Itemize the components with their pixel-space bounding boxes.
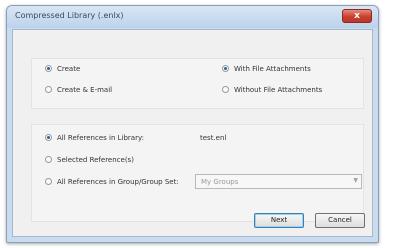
selected-references-label: Selected Reference(s): [57, 156, 134, 164]
group-select-value: My Groups: [201, 178, 239, 186]
create-email-radio[interactable]: Create & E-mail: [45, 85, 112, 95]
library-name: test.enl: [200, 134, 227, 142]
radio-unselected-icon: [45, 178, 52, 185]
close-icon: x: [354, 11, 360, 21]
radio-unselected-icon: [222, 86, 229, 93]
chevron-down-icon: ▼: [353, 177, 358, 184]
next-button[interactable]: Next: [254, 213, 304, 228]
selected-references-radio[interactable]: Selected Reference(s): [45, 155, 134, 165]
group-references-label: All References in Group/Group Set:: [57, 178, 179, 186]
radio-selected-icon: [45, 65, 52, 72]
close-button[interactable]: x: [342, 9, 372, 23]
group-select[interactable]: My Groups ▼: [195, 174, 362, 189]
all-references-radio[interactable]: All References in Library:: [45, 133, 144, 143]
without-attachments-radio[interactable]: Without File Attachments: [222, 85, 322, 95]
radio-selected-icon: [45, 134, 52, 141]
without-attachments-label: Without File Attachments: [234, 86, 323, 94]
format-group-panel: [31, 58, 364, 109]
title-bar[interactable]: Compressed Library (.enlx) x: [7, 6, 378, 28]
with-attachments-label: With File Attachments: [234, 65, 311, 73]
compressed-library-dialog: Compressed Library (.enlx) x: [6, 5, 379, 243]
radio-selected-icon: [222, 65, 229, 72]
group-references-radio[interactable]: All References in Group/Group Set:: [45, 177, 179, 187]
radio-unselected-icon: [45, 86, 52, 93]
create-label: Create: [57, 65, 81, 73]
all-references-label: All References in Library:: [57, 134, 144, 142]
radio-unselected-icon: [45, 156, 52, 163]
cancel-button[interactable]: Cancel: [315, 213, 365, 228]
with-attachments-radio[interactable]: With File Attachments: [222, 64, 311, 74]
create-radio[interactable]: Create: [45, 64, 80, 74]
create-email-label: Create & E-mail: [57, 86, 113, 94]
window-title: Compressed Library (.enlx): [15, 11, 124, 20]
